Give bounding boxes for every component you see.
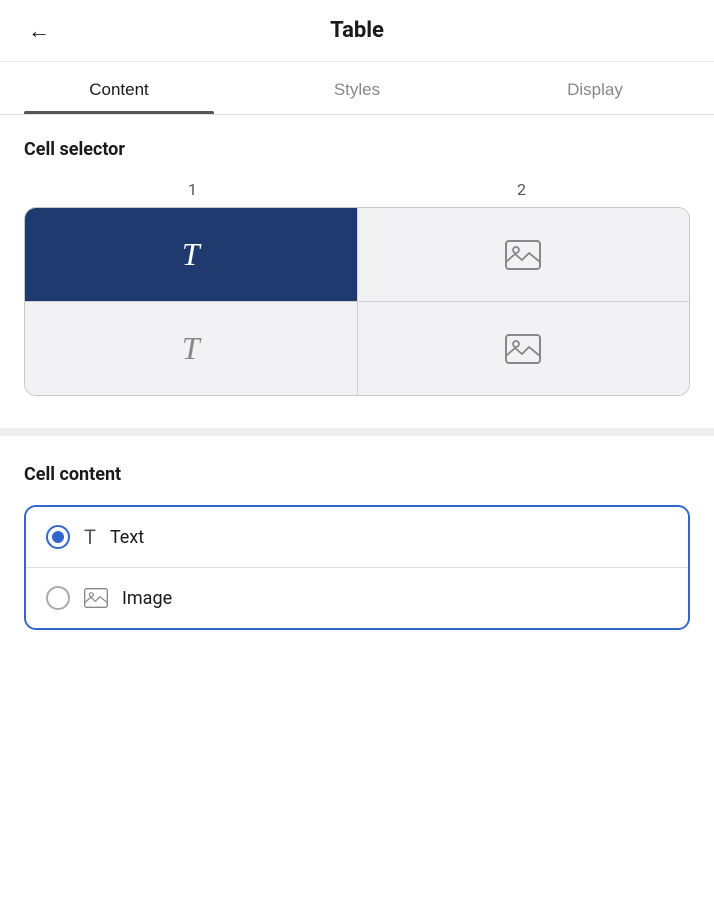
- cell-r1c2[interactable]: [358, 208, 690, 301]
- option-image-label: Image: [122, 588, 172, 609]
- cell-selector-title: Cell selector: [24, 139, 690, 160]
- tab-styles[interactable]: Styles: [238, 62, 476, 114]
- tab-content[interactable]: Content: [0, 62, 238, 114]
- option-text-label: Text: [110, 527, 144, 548]
- header: ← Table: [0, 0, 714, 62]
- radio-text[interactable]: [46, 525, 70, 549]
- back-arrow-icon: ←: [28, 18, 50, 44]
- back-button[interactable]: ←: [24, 14, 54, 48]
- cell-selector-section: Cell selector 1 2 T: [24, 139, 690, 396]
- image-icon: [505, 240, 541, 270]
- tab-display[interactable]: Display: [476, 62, 714, 114]
- tabs-bar: Content Styles Display: [0, 62, 714, 115]
- option-text[interactable]: T Text: [26, 507, 688, 568]
- main-content: Cell selector 1 2 T: [0, 115, 714, 630]
- text-icon: T: [182, 236, 200, 273]
- radio-text-inner: [52, 531, 64, 543]
- col-labels: 1 2: [24, 180, 690, 199]
- cell-r1c1[interactable]: T: [25, 208, 358, 301]
- col-label-2: 2: [357, 180, 686, 199]
- option-image[interactable]: Image: [26, 568, 688, 628]
- cell-r2c2[interactable]: [358, 302, 690, 395]
- cell-content-title: Cell content: [24, 464, 690, 485]
- text-icon: T: [182, 330, 200, 367]
- image-type-icon: [84, 588, 108, 608]
- image-icon: [505, 334, 541, 364]
- section-divider: [0, 428, 714, 436]
- cell-grid: T T: [24, 207, 690, 396]
- radio-image[interactable]: [46, 586, 70, 610]
- cell-r2c1[interactable]: T: [25, 302, 358, 395]
- text-type-icon: T: [84, 525, 96, 549]
- page-title: Table: [330, 18, 384, 43]
- cell-row-1: T: [25, 208, 689, 302]
- col-label-1: 1: [28, 180, 357, 199]
- options-container: T Text Image: [24, 505, 690, 630]
- cell-row-2: T: [25, 302, 689, 395]
- cell-content-section: Cell content T Text Image: [24, 436, 690, 630]
